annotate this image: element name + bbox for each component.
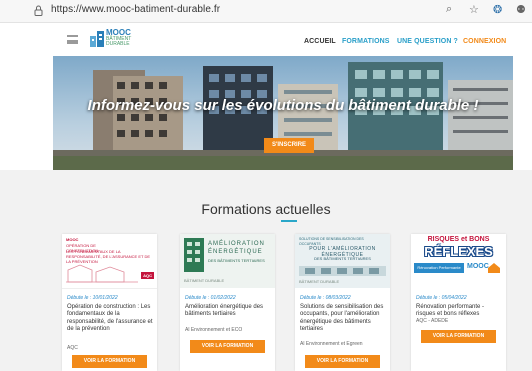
thumb-illustration	[66, 264, 138, 283]
address-bar[interactable]: https://www.mooc-batiment-durable.fr	[51, 4, 220, 15]
section-title: Formations actuelles	[201, 201, 331, 217]
browser-toolbar: https://www.mooc-batiment-durable.fr ⌕ ☆…	[0, 0, 532, 23]
thumb-line3: LES FONDAMENTAUX DE LA RESPONSABILITÉ, D…	[66, 249, 151, 264]
course-author: Al Environnement et ECO	[185, 327, 243, 333]
thumb-badge: BÂTIMENT DURABLE	[299, 279, 340, 284]
extension-icon[interactable]: ❂	[493, 3, 502, 16]
course-author: AQC - ADEDE	[416, 318, 449, 324]
view-course-button[interactable]: VOIR LA FORMATION	[421, 330, 496, 343]
nav-une-question[interactable]: UNE QUESTION ?	[397, 38, 458, 45]
course-date: Débute le : 08/03/2022	[300, 295, 351, 301]
course-thumbnail[interactable]: SOLUTIONS DE SENSIBILISATION DES OCCUPAN…	[295, 234, 390, 288]
course-card[interactable]: SOLUTIONS DE SENSIBILISATION DES OCCUPAN…	[295, 234, 390, 371]
thumb-badge: AQC	[141, 272, 154, 279]
zoom-icon[interactable]: ⌕	[446, 3, 452, 16]
thumb-illustration	[299, 266, 386, 276]
view-course-button[interactable]: VOIR LA FORMATION	[305, 355, 380, 368]
menu-icon[interactable]	[67, 35, 78, 44]
thumb-line3: DES BÂTIMENTS TERTIAIRES	[314, 256, 371, 261]
course-author: Al Environnement et Egreen	[300, 341, 363, 347]
lock-icon[interactable]	[34, 5, 43, 16]
house-icon	[488, 263, 500, 273]
course-title[interactable]: Amélioration énergétique des bâtiments t…	[185, 304, 272, 319]
nav-formations[interactable]: FORMATIONS	[342, 38, 390, 45]
thumb-line1: MOOC	[66, 237, 79, 242]
course-date: Débute le : 10/01/2022	[67, 295, 118, 301]
nav-accueil[interactable]: ACCUEIL	[304, 38, 336, 45]
nav-connexion[interactable]: CONNEXION	[463, 38, 506, 45]
thumb-illustration	[184, 238, 204, 272]
thumb-badge: MOOC	[467, 263, 489, 270]
logo-line-durable: DURABLE	[106, 41, 130, 47]
signup-button[interactable]: S'INSCRIRE	[264, 138, 314, 153]
view-course-button[interactable]: VOIR LA FORMATION	[190, 340, 265, 353]
logo-icon[interactable]	[90, 31, 104, 47]
course-card[interactable]: AMÉLIORATION ÉNERGÉTIQUE DES BÂTIMENTS T…	[180, 234, 275, 371]
course-title[interactable]: Rénovation performante - risques et bons…	[416, 304, 503, 319]
thumb-badge: BÂTIMENT DURABLE	[184, 278, 225, 283]
course-thumbnail[interactable]: AMÉLIORATION ÉNERGÉTIQUE DES BÂTIMENTS T…	[180, 234, 275, 288]
thumb-line2: ÉNERGÉTIQUE	[208, 249, 263, 255]
logo-text[interactable]: MOOC BÂTIMENT DURABLE	[106, 29, 131, 47]
thumb-line1: AMÉLIORATION	[208, 241, 265, 247]
course-date: Débute le : 05/04/2022	[416, 295, 467, 301]
site-header: MOOC BÂTIMENT DURABLE ACCUEIL FORMATIONS…	[0, 23, 532, 56]
course-title[interactable]: Opération de construction : Les fondamen…	[67, 304, 154, 334]
hero-title: Informez-vous sur les évolutions du bâti…	[87, 97, 479, 114]
section-divider	[281, 220, 297, 222]
thumb-line3: DES BÂTIMENTS TERTIAIRES	[208, 258, 265, 263]
thumb-line3: Rénovation Performante	[414, 263, 464, 273]
course-thumbnail[interactable]: RISQUES et BONS RÉFLEXES Rénovation Perf…	[411, 234, 506, 288]
course-card[interactable]: MOOC OPÉRATION DE CONSTRUCTION : LES FON…	[62, 234, 157, 371]
favorite-icon[interactable]: ☆	[469, 3, 479, 16]
profile-icon[interactable]: ⚉	[516, 3, 526, 16]
course-card[interactable]: RISQUES et BONS RÉFLEXES Rénovation Perf…	[411, 234, 506, 371]
course-date: Débute le : 01/02/2022	[185, 295, 236, 301]
thumb-line2: RÉFLEXES	[424, 244, 493, 259]
course-author: AQC	[67, 345, 78, 351]
view-course-button[interactable]: VOIR LA FORMATION	[72, 355, 147, 368]
course-thumbnail[interactable]: MOOC OPÉRATION DE CONSTRUCTION : LES FON…	[62, 234, 157, 289]
thumb-line1: RISQUES et BONS	[427, 236, 490, 243]
course-title[interactable]: Solutions de sensibilisation des occupan…	[300, 304, 387, 334]
